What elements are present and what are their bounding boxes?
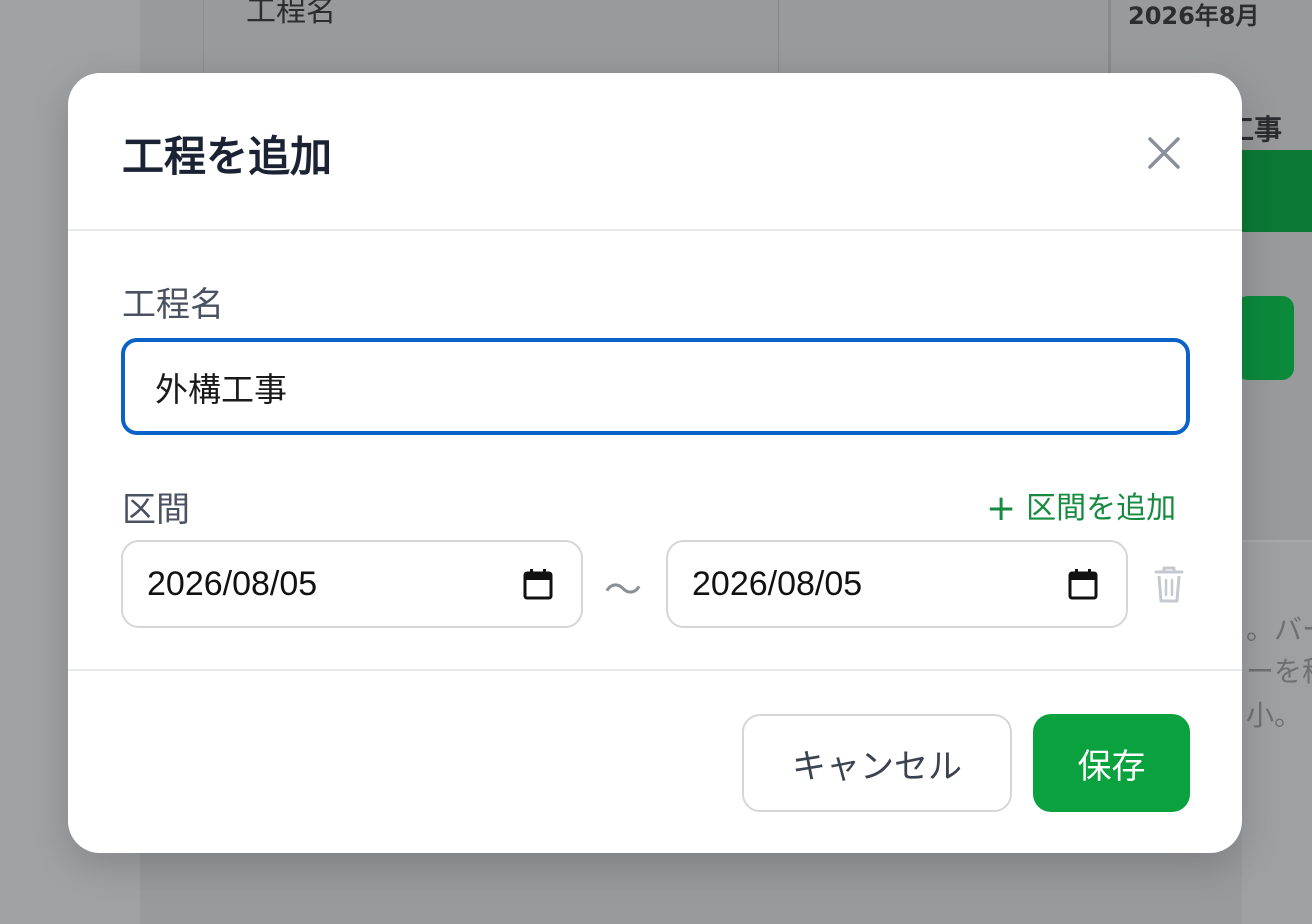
- range-start-date-value: 2026/08/05: [147, 565, 318, 603]
- range-separator: 〜: [604, 568, 643, 612]
- background-gantt-bar: [1240, 150, 1312, 232]
- cancel-button[interactable]: キャンセル: [742, 714, 1012, 812]
- calendar-icon[interactable]: [1068, 568, 1098, 600]
- range-start-date-input[interactable]: 2026/08/05: [121, 540, 583, 628]
- plus-icon: +: [986, 488, 1017, 529]
- close-button[interactable]: [1140, 129, 1188, 177]
- range-end-date-value: 2026/08/05: [692, 565, 863, 603]
- calendar-icon[interactable]: [523, 568, 553, 600]
- background-hint-line: ーを移: [1246, 655, 1312, 688]
- process-name-input[interactable]: [121, 338, 1190, 435]
- dialog-header: 工程を追加: [68, 73, 1242, 231]
- background-hint-line: 小。: [1246, 699, 1303, 732]
- background-header-name: 工程名: [246, 0, 336, 29]
- add-range-label: 区間を追加: [1026, 491, 1177, 526]
- background-column-divider: [1108, 0, 1111, 74]
- close-icon: [1148, 137, 1180, 169]
- trash-icon[interactable]: [1152, 564, 1186, 604]
- background-hint-line: 。バー: [1246, 613, 1312, 646]
- add-process-dialog: 工程を追加 工程名 区間 + 区間を追加 2026/08/05 〜 2026/08…: [68, 73, 1242, 853]
- background-green-button: [1236, 296, 1294, 380]
- range-label: 区間: [122, 490, 190, 530]
- background-header-month: 2026年8月: [1128, 2, 1260, 30]
- save-button[interactable]: 保存: [1033, 714, 1190, 812]
- process-name-label: 工程名: [122, 285, 224, 325]
- add-range-button[interactable]: + 区間を追加: [986, 483, 1176, 529]
- background-column-divider: [778, 0, 779, 74]
- dialog-title: 工程を追加: [122, 132, 333, 181]
- range-end-date-input[interactable]: 2026/08/05: [666, 540, 1128, 628]
- dialog-footer-divider: [68, 669, 1242, 671]
